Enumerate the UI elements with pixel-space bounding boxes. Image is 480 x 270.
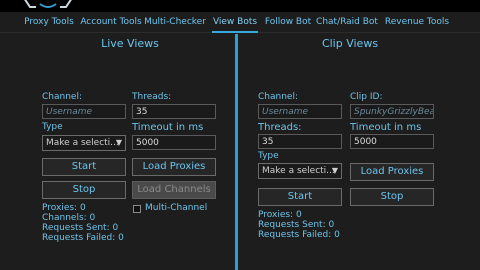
tab-revenue-tools[interactable]: Revenue Tools bbox=[384, 12, 450, 33]
tab-view-bots[interactable]: View Bots bbox=[212, 12, 258, 33]
panel-divider bbox=[235, 34, 238, 270]
live-stop-button[interactable]: Stop bbox=[42, 181, 126, 199]
logo-icon bbox=[24, 0, 72, 8]
clip-stat-requests-failed: Requests Failed: 0 bbox=[258, 230, 340, 240]
live-type-select[interactable]: Make a selecti... ▼ bbox=[42, 135, 126, 151]
live-type-label: Type bbox=[42, 122, 63, 132]
live-load-proxies-button[interactable]: Load Proxies bbox=[132, 158, 216, 176]
live-start-button[interactable]: Start bbox=[42, 158, 126, 176]
clip-load-proxies-button[interactable]: Load Proxies bbox=[350, 163, 434, 181]
live-channel-input[interactable] bbox=[42, 104, 126, 119]
tab-chat-raid-bot[interactable]: Chat/Raid Bot bbox=[314, 12, 380, 33]
multi-channel-label: Multi-Channel bbox=[145, 203, 208, 213]
clip-threads-input[interactable] bbox=[258, 134, 342, 149]
clip-id-input[interactable] bbox=[350, 104, 434, 119]
clip-stop-button[interactable]: Stop bbox=[350, 188, 434, 206]
live-load-channels-button[interactable]: Load Channels bbox=[132, 181, 216, 199]
live-views-title: Live Views bbox=[101, 37, 159, 50]
app-window: Proxy Tools Account Tools Multi-Checker … bbox=[0, 0, 480, 270]
clip-timeout-label: Timeout in ms bbox=[350, 122, 422, 133]
clip-type-value: Make a selecti... bbox=[262, 166, 335, 176]
live-stat-requests-failed: Requests Failed: 0 bbox=[42, 233, 124, 243]
live-threads-label: Threads: bbox=[132, 92, 172, 102]
clip-threads-label: Threads: bbox=[258, 122, 302, 133]
tab-bar: Proxy Tools Account Tools Multi-Checker … bbox=[0, 12, 480, 33]
title-strip bbox=[0, 0, 480, 12]
clip-type-select[interactable]: Make a selecti... ▼ bbox=[258, 163, 342, 179]
tab-multi-checker[interactable]: Multi-Checker bbox=[142, 12, 208, 33]
clip-start-button[interactable]: Start bbox=[258, 188, 342, 206]
live-type-value: Make a selecti... bbox=[46, 138, 119, 148]
clip-stat-requests-sent: Requests Sent: 0 bbox=[258, 220, 335, 230]
live-timeout-input[interactable] bbox=[132, 135, 216, 150]
clip-id-label: Clip ID: bbox=[350, 92, 383, 102]
multi-channel-checkbox[interactable] bbox=[133, 205, 141, 213]
clip-views-title: Clip Views bbox=[321, 37, 379, 50]
clip-channel-input[interactable] bbox=[258, 104, 342, 119]
live-threads-input[interactable] bbox=[132, 104, 216, 119]
live-stat-requests-sent: Requests Sent: 0 bbox=[42, 223, 119, 233]
chevron-down-icon: ▼ bbox=[115, 138, 122, 147]
tab-proxy-tools[interactable]: Proxy Tools bbox=[18, 12, 80, 33]
live-stat-channels: Channels: 0 bbox=[42, 213, 96, 223]
clip-channel-label: Channel: bbox=[258, 92, 298, 102]
clip-stat-proxies: Proxies: 0 bbox=[258, 210, 302, 220]
tab-account-tools[interactable]: Account Tools bbox=[80, 12, 142, 33]
live-stat-proxies: Proxies: 0 bbox=[42, 203, 86, 213]
clip-timeout-input[interactable] bbox=[350, 134, 434, 149]
live-timeout-label: Timeout in ms bbox=[132, 122, 204, 133]
tab-follow-bot[interactable]: Follow Bot bbox=[262, 12, 314, 33]
clip-type-label: Type bbox=[258, 151, 279, 161]
live-channel-label: Channel: bbox=[42, 92, 82, 102]
chevron-down-icon: ▼ bbox=[331, 166, 338, 175]
